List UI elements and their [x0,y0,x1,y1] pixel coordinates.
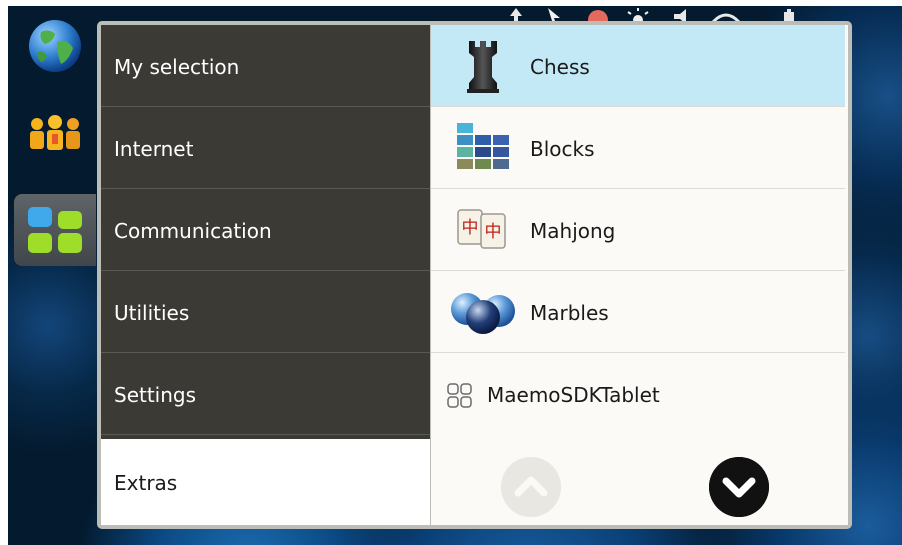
category-extras[interactable]: Extras [101,439,430,525]
app-label: Chess [530,55,590,79]
app-item-marbles[interactable]: Marbles [431,271,845,353]
category-utilities[interactable]: Utilities [101,271,430,353]
application-menu-icon [28,207,82,253]
chess-rook-icon [467,41,499,93]
web-globe-icon [29,20,81,72]
mahjong-tiles-icon: 中 中 [457,209,506,249]
marbles-icon [451,293,515,334]
app-item-mahjong[interactable]: 中 中 Mahjong [431,189,845,271]
generic-app-icon [447,383,472,408]
applications-launcher-button[interactable] [14,194,96,266]
app-label: Marbles [530,301,609,325]
application-menu: My selection Internet Communication Util… [97,21,852,529]
category-label: My selection [114,55,240,79]
app-item-chess[interactable]: Chess [431,25,845,107]
scroll-down-button[interactable] [709,457,769,517]
blocks-icon [457,123,509,169]
category-internet[interactable]: Internet [101,107,430,189]
app-item-blocks[interactable]: Blocks [431,107,845,189]
app-label: Blocks [530,137,595,161]
category-label: Internet [114,137,194,161]
web-launcher-button[interactable] [14,10,96,82]
category-communication[interactable]: Communication [101,189,430,271]
contacts-launcher-button[interactable] [14,98,96,170]
scroll-up-button[interactable] [501,457,561,517]
app-label: Mahjong [530,219,616,243]
category-list: My selection Internet Communication Util… [101,25,430,525]
category-label: Utilities [114,301,190,325]
app-label: MaemoSDKTablet [487,383,660,407]
category-settings[interactable]: Settings [101,353,430,435]
category-label: Settings [114,383,197,407]
scroll-up-icon [501,457,561,517]
category-label: Communication [114,219,272,243]
category-my-selection[interactable]: My selection [101,25,430,107]
svg-text:中: 中 [462,218,479,238]
contacts-people-icon [30,115,80,150]
app-item-maemosdktablet[interactable]: MaemoSDKTablet [431,353,845,435]
category-label: Extras [114,471,178,495]
app-list: Chess Blocks 中 中 Mahjong Marbles MaemoSD… [431,25,848,525]
scroll-down-icon [709,457,769,517]
svg-text:中: 中 [485,222,502,242]
desktop-screen: My selection Internet Communication Util… [8,6,902,545]
